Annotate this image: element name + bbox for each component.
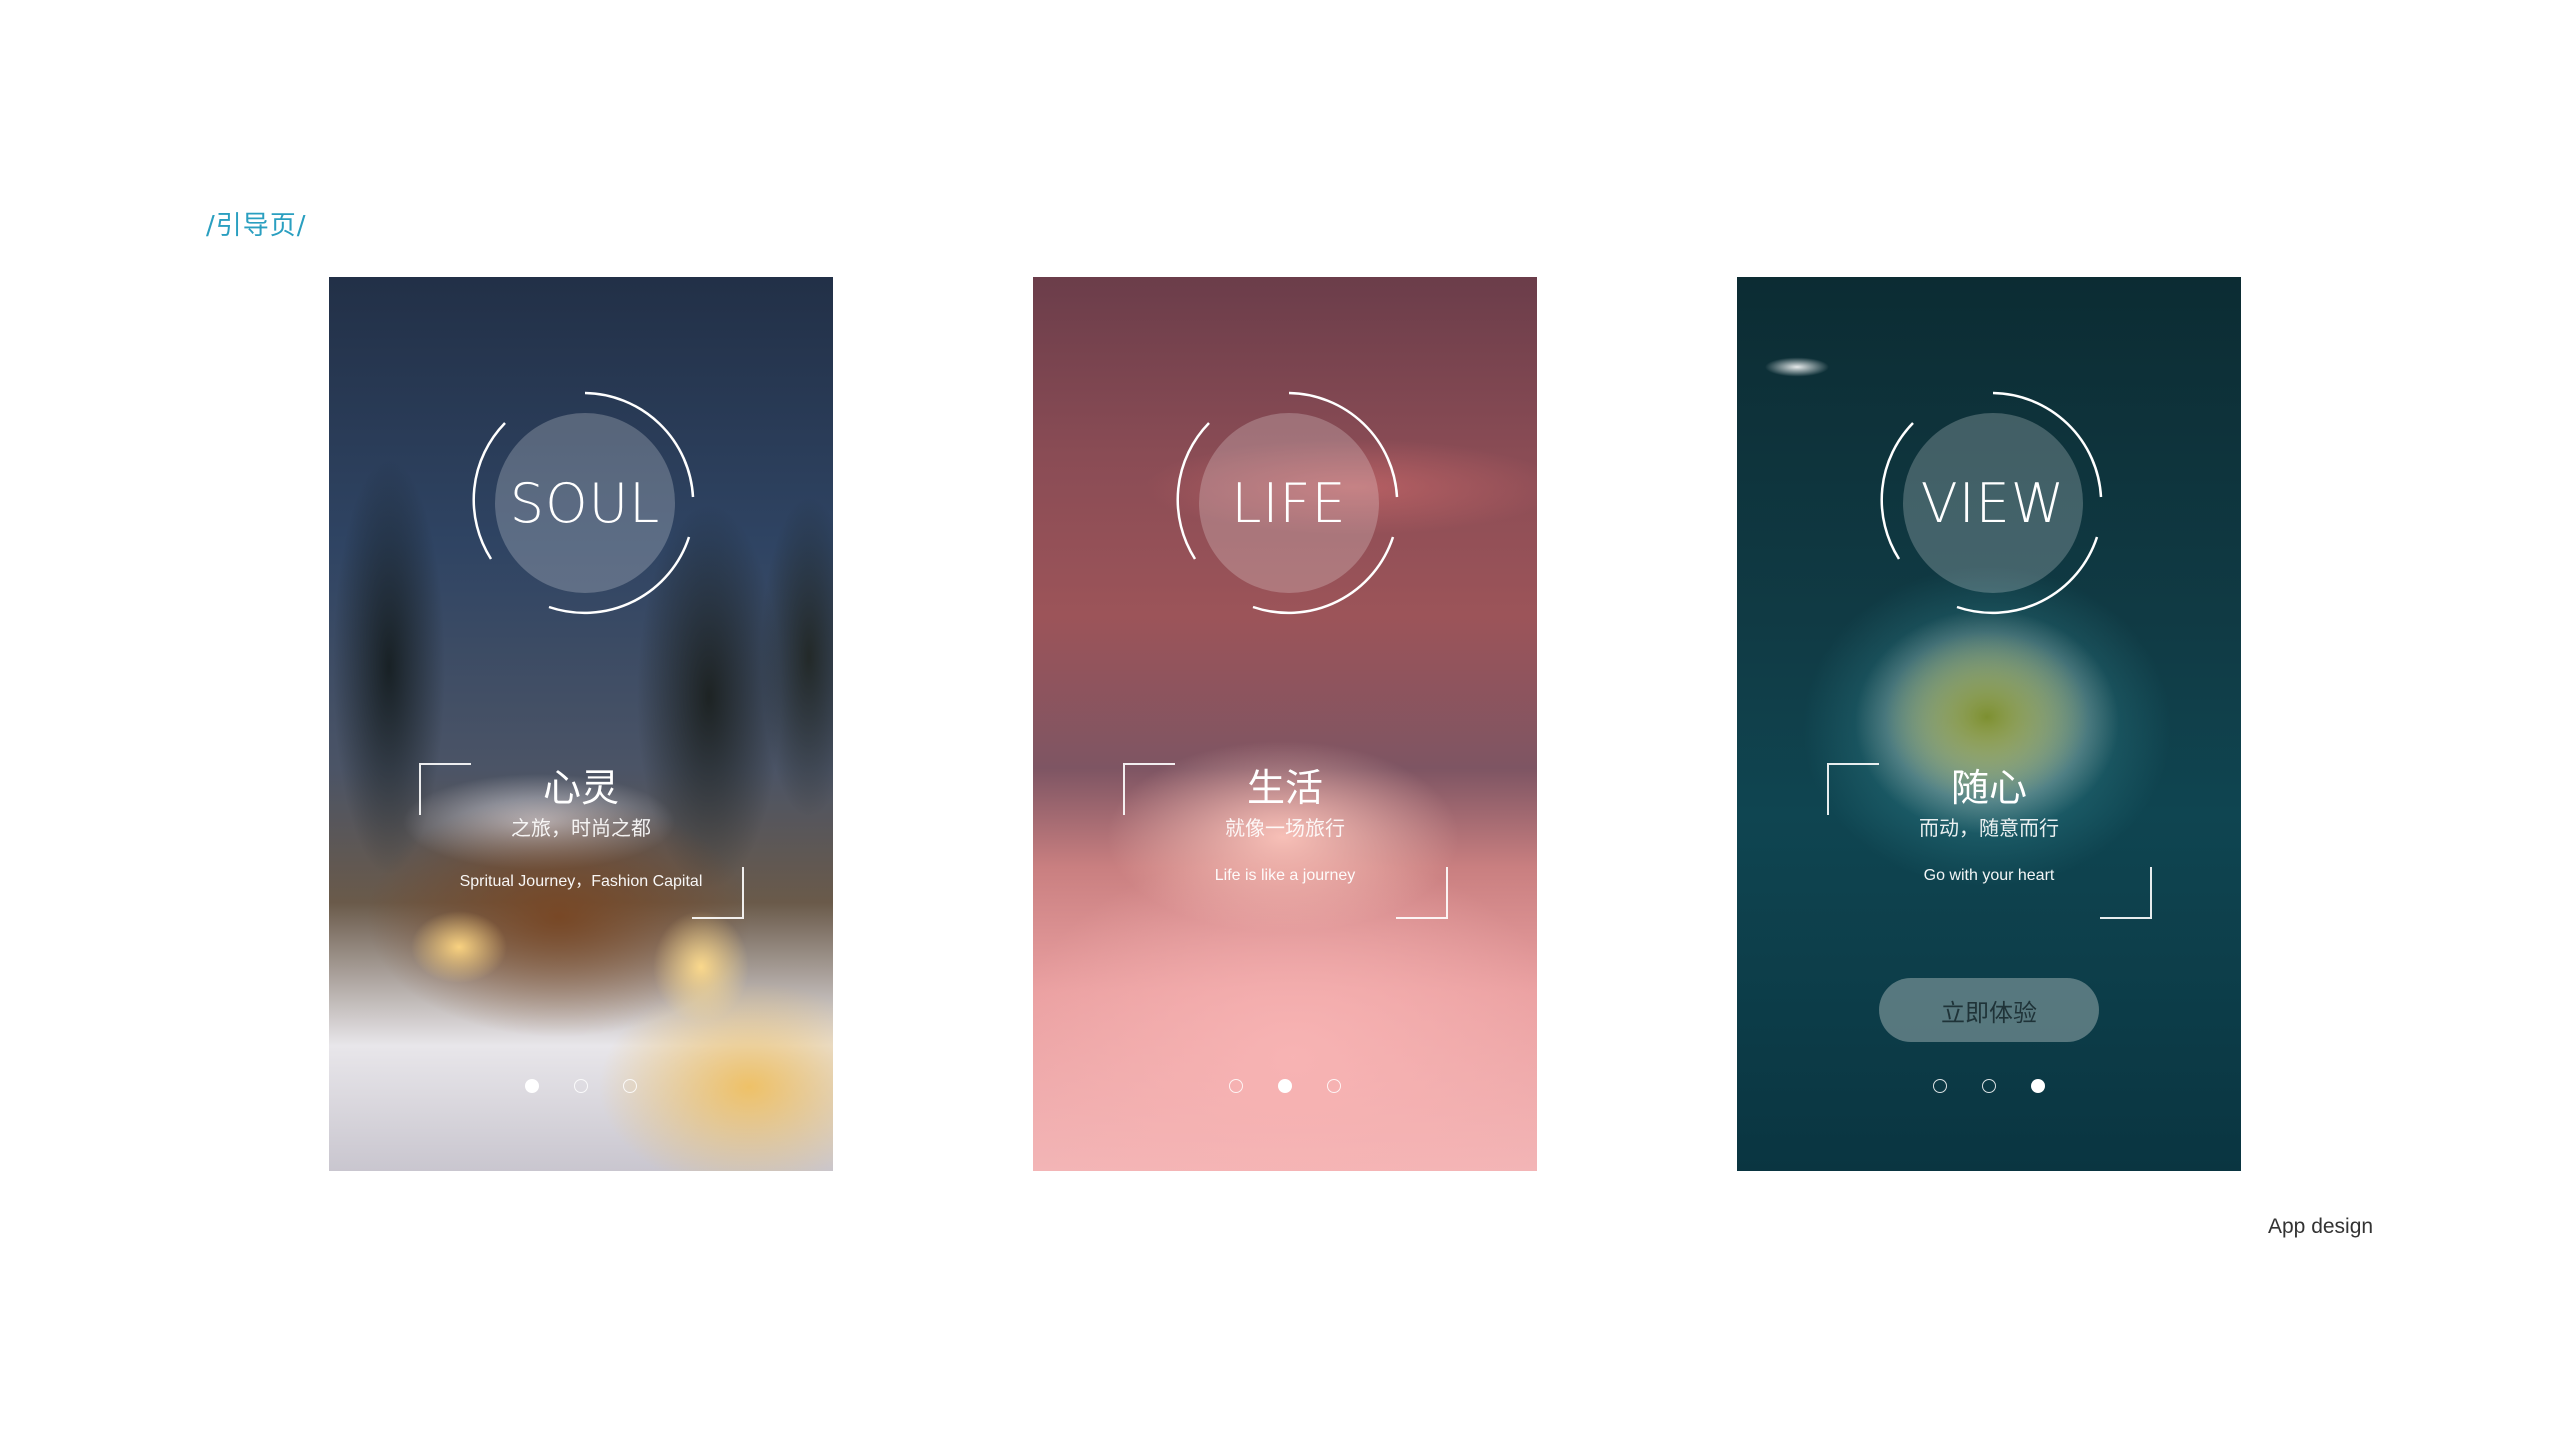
logo-ring: SOUL: [469, 387, 701, 619]
footer-note: App design: [2268, 1215, 2374, 1238]
screen-title: 心灵: [542, 766, 619, 810]
page-dot-2[interactable]: [1982, 1079, 1996, 1093]
page-dot-2-active[interactable]: [1278, 1079, 1292, 1093]
page-dot-1[interactable]: [1933, 1079, 1947, 1093]
logo-ring: LIFE: [1173, 387, 1405, 619]
page-dot-1-active[interactable]: [525, 1079, 539, 1093]
page-indicator[interactable]: [525, 1079, 637, 1097]
screen-subtitle: 之旅，时尚之都: [511, 816, 651, 840]
ring-word: LIFE: [1231, 471, 1347, 535]
screen-subtitle: 而动，随意而行: [1919, 816, 2059, 840]
page-dot-1[interactable]: [1229, 1079, 1243, 1093]
screen-title: 生活: [1246, 766, 1323, 810]
page-dot-2[interactable]: [574, 1079, 588, 1093]
guide-screen-life[interactable]: LIFE 生活 就像一场旅行 Life is like a journey: [1033, 277, 1537, 1171]
page-dot-3[interactable]: [1327, 1079, 1341, 1093]
screen-title: 随心: [1950, 766, 2027, 810]
screen-subtitle: 就像一场旅行: [1225, 816, 1345, 840]
design-board: /引导页/ SOUL 心灵 之旅，时尚之都 Spritual Journey，F…: [0, 0, 2560, 1440]
start-experience-button[interactable]: 立即体验: [1879, 978, 2099, 1042]
screen-english-caption: Life is like a journey: [1214, 867, 1356, 884]
page-dot-3[interactable]: [623, 1079, 637, 1093]
guide-screen-soul[interactable]: SOUL 心灵 之旅，时尚之都 Spritual Journey，Fashion…: [329, 277, 833, 1171]
section-title: /引导页/: [206, 211, 307, 241]
page-indicator[interactable]: [1933, 1079, 2045, 1097]
page-indicator[interactable]: [1229, 1079, 1341, 1097]
guide-screen-view[interactable]: VIEW 随心 而动，随意而行 Go with your heart 立即体验: [1737, 277, 2241, 1171]
screen-english-caption: Spritual Journey，Fashion Capital: [459, 873, 703, 890]
logo-ring: VIEW: [1877, 387, 2109, 619]
page-dot-3-active[interactable]: [2031, 1079, 2045, 1093]
screen-english-caption: Go with your heart: [1923, 867, 2055, 884]
ring-word: VIEW: [1920, 471, 2066, 535]
ring-word: SOUL: [509, 471, 661, 535]
